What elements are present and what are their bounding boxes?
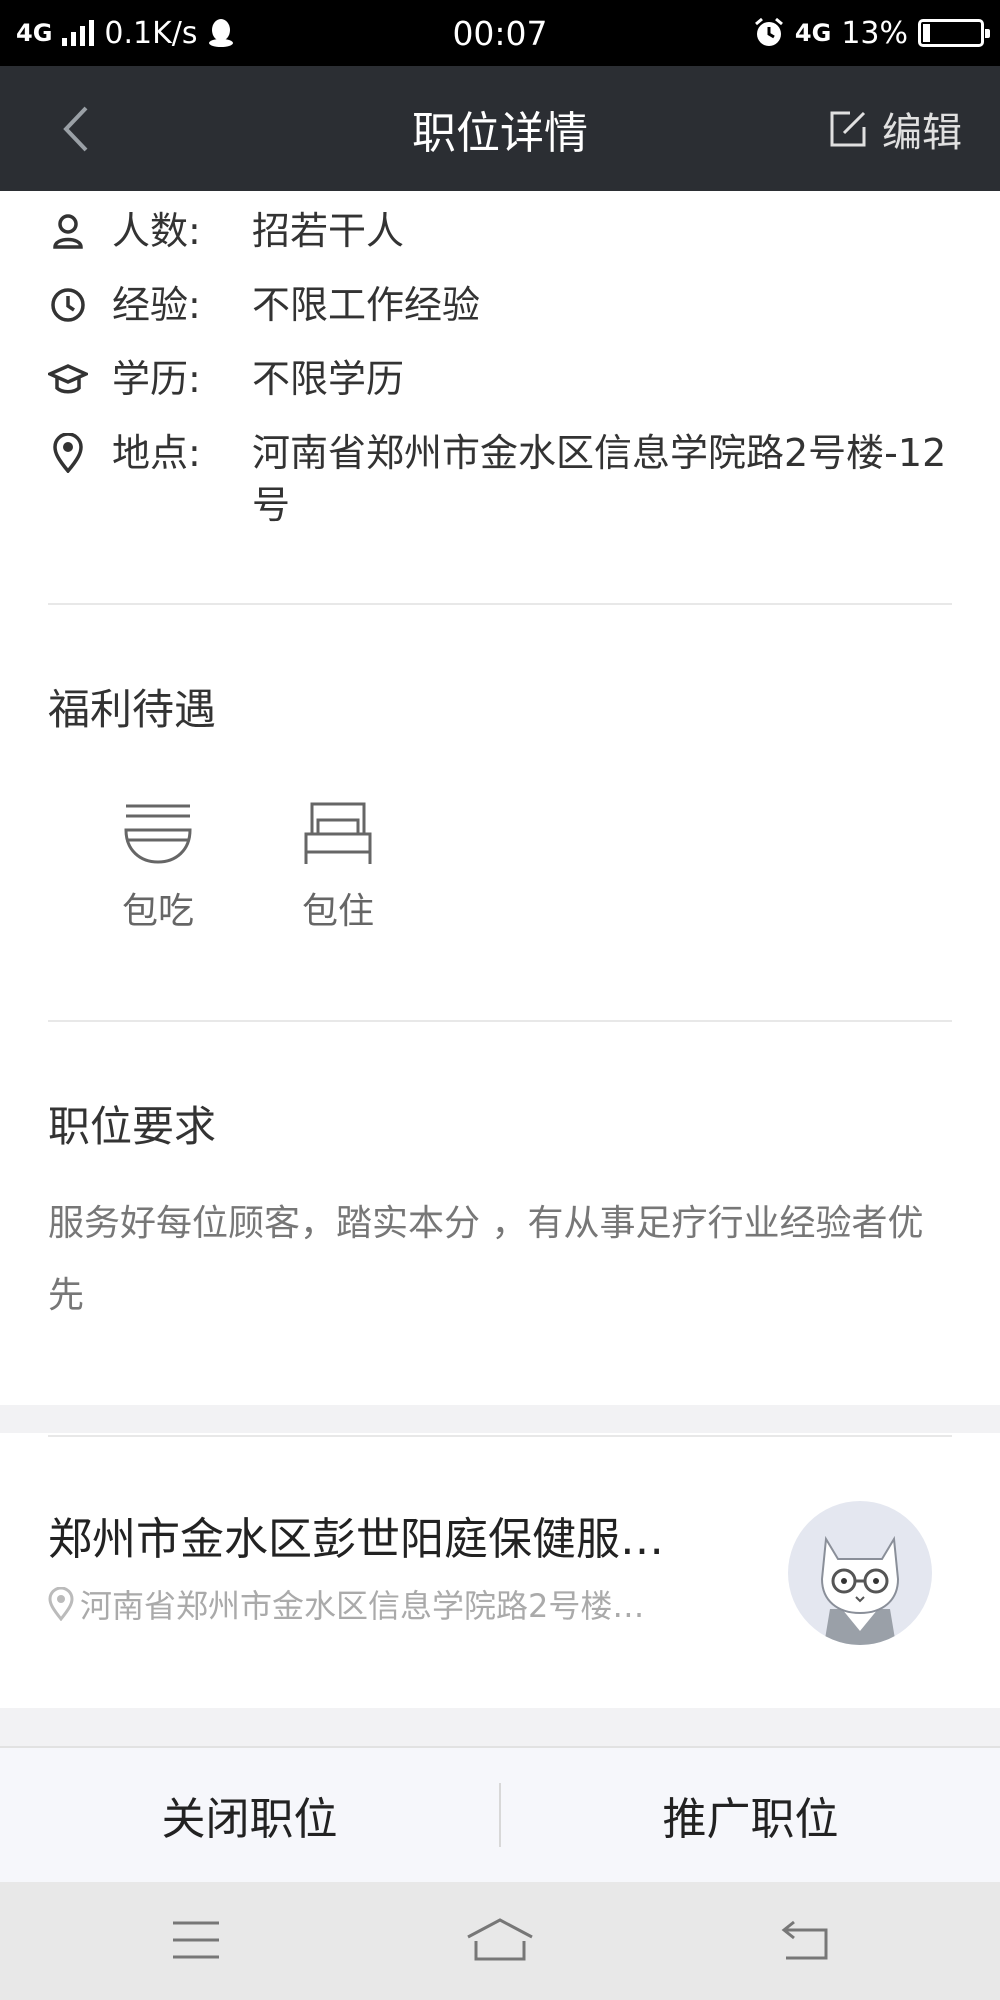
education-label: 学历: (112, 357, 201, 401)
edit-button[interactable]: 编辑 (828, 94, 962, 164)
benefits-title: 福利待遇 (48, 685, 217, 734)
company-name: 郑州市金水区彭世阳庭保健服… (48, 1514, 664, 1565)
back-button[interactable] (40, 94, 110, 164)
status-bar: 4G 0.1K/s 00:07 4G 13% (0, 0, 1000, 66)
graduation-cap-icon (48, 353, 88, 405)
section-gap (0, 1405, 1000, 1433)
menu-button[interactable] (156, 1910, 236, 1970)
location-label: 地点: (112, 431, 201, 475)
benefit-label: 包吃 (121, 891, 194, 932)
bed-icon (304, 802, 372, 864)
back-nav-button[interactable] (766, 1910, 846, 1970)
back-icon (781, 1920, 828, 1960)
info-row-education: 学历: 不限学历 (48, 353, 952, 405)
home-button[interactable] (460, 1910, 540, 1970)
location-value: 河南省郑州市金水区信息学院路2号楼-12号 (252, 431, 947, 527)
cat-avatar-icon (820, 1535, 900, 1645)
edit-icon (830, 111, 866, 147)
menu-icon (173, 1921, 219, 1959)
location-pin-icon (48, 1587, 74, 1621)
home-icon (467, 1918, 533, 1961)
requirements-title: 职位要求 (48, 1102, 217, 1151)
requirements-text: 服务好每位顾客，踏实本分 ，有从事足疗行业经验者优先 (48, 1203, 924, 1316)
clock-icon (48, 279, 88, 331)
nav-bar: 职位详情 编辑 (0, 66, 1000, 191)
divider (48, 603, 952, 605)
education-value: 不限学历 (252, 357, 405, 401)
benefits-list: 包吃 包住 (108, 800, 388, 934)
close-position-button[interactable]: 关闭职位 (0, 1747, 499, 1883)
headcount-label: 人数: (112, 209, 201, 253)
bowl-icon (124, 804, 192, 864)
company-card[interactable]: 郑州市金水区彭世阳庭保健服… 河南省郑州市金水区信息学院路2号楼… (0, 1433, 1000, 1708)
job-info: 人数: 招若干人 经验: 不限工作经验 学历: 不限学历 地点: 河南省郑州市金… (48, 205, 952, 553)
divider (48, 1435, 952, 1437)
benefit-item: 包吃 (108, 800, 208, 934)
action-bar: 关闭职位 推广职位 (0, 1746, 1000, 1882)
benefit-item: 包住 (288, 800, 388, 934)
promote-position-button[interactable]: 推广职位 (501, 1747, 1000, 1883)
alarm-icon (754, 17, 783, 46)
system-nav-bar (0, 1882, 1000, 2000)
battery-icon (918, 19, 990, 47)
info-row-headcount: 人数: 招若干人 (48, 205, 952, 257)
info-row-experience: 经验: 不限工作经验 (48, 279, 952, 331)
edit-label: 编辑 (882, 110, 962, 156)
experience-value: 不限工作经验 (252, 283, 481, 327)
status-right: 4G 13% (753, 0, 990, 66)
experience-label: 经验: (112, 283, 201, 327)
battery-fill (923, 24, 930, 42)
avatar[interactable] (788, 1501, 932, 1645)
company-address: 河南省郑州市金水区信息学院路2号楼… (48, 1581, 698, 1627)
divider (48, 1020, 952, 1022)
section-gap (0, 1708, 1000, 1746)
chevron-left-icon (63, 106, 88, 152)
location-pin-icon (48, 427, 88, 479)
company-address-text: 河南省郑州市金水区信息学院路2号楼… (80, 1587, 645, 1625)
headcount-value: 招若干人 (252, 209, 405, 253)
benefit-label: 包住 (301, 891, 374, 932)
person-icon (48, 205, 88, 257)
network-type-right: 4G (794, 19, 832, 47)
battery-percent: 13% (841, 15, 908, 51)
info-row-location: 地点: 河南省郑州市金水区信息学院路2号楼-12号 (48, 427, 952, 531)
